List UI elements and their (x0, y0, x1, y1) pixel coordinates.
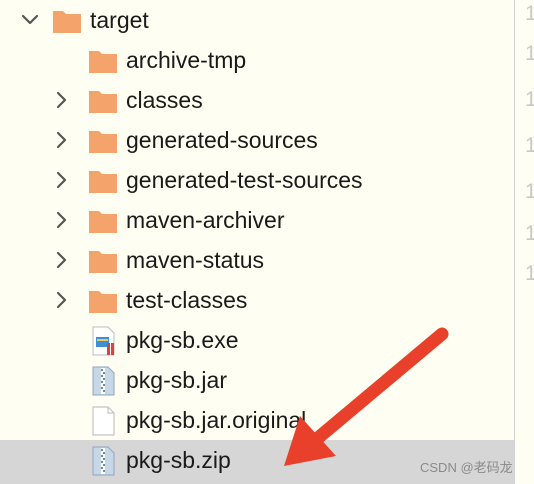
folder-icon (88, 88, 118, 114)
blank-file-icon (92, 406, 122, 436)
tree-item-label: target (90, 7, 149, 33)
project-file-tree: target archive-tmp classes generated-sou… (0, 0, 514, 484)
archive-file-icon (92, 366, 122, 396)
tree-row-target[interactable]: target (0, 0, 514, 40)
chevron-right-icon[interactable] (52, 290, 72, 310)
folder-icon (88, 48, 118, 74)
tree-row-maven-status[interactable]: maven-status (0, 240, 514, 280)
chevron-right-icon[interactable] (52, 170, 72, 190)
gutter-mark: 1 (525, 42, 534, 66)
tree-row-pkg-sb-jar[interactable]: pkg-sb.jar (0, 360, 514, 400)
gutter-mark: 1 (525, 222, 534, 246)
tree-item-label: generated-sources (126, 127, 318, 153)
tree-item-label: maven-status (126, 247, 265, 273)
editor-gutter: 1 1 1 1 1 1 1 (514, 0, 534, 484)
exe-file-icon (92, 326, 122, 356)
gutter-mark: 1 (525, 262, 534, 286)
chevron-right-icon[interactable] (52, 250, 72, 270)
chevron-down-icon[interactable] (20, 10, 40, 30)
tree-row-generated-test-sources[interactable]: generated-test-sources (0, 160, 514, 200)
tree-item-label: maven-archiver (126, 207, 285, 233)
tree-item-label: pkg-sb.zip (126, 447, 231, 473)
folder-icon (88, 208, 118, 234)
tree-item-label: pkg-sb.jar (126, 367, 227, 393)
folder-icon (88, 128, 118, 154)
chevron-right-icon[interactable] (52, 210, 72, 230)
watermark-text: CSDN @老码龙 (420, 460, 513, 475)
gutter-mark: 1 (525, 134, 534, 158)
folder-icon (88, 288, 118, 314)
folder-icon (52, 8, 82, 34)
tree-row-pkg-sb-exe[interactable]: pkg-sb.exe (0, 320, 514, 360)
chevron-right-icon[interactable] (52, 90, 72, 110)
tree-item-label: classes (126, 87, 203, 113)
tree-row-classes[interactable]: classes (0, 80, 514, 120)
tree-item-label: pkg-sb.exe (126, 327, 239, 353)
tree-item-label: test-classes (126, 287, 248, 313)
tree-row-pkg-sb-jar-original[interactable]: pkg-sb.jar.original (0, 400, 514, 440)
tree-item-label: archive-tmp (126, 47, 247, 73)
tree-item-label: pkg-sb.jar.original (126, 407, 307, 433)
chevron-right-icon[interactable] (52, 130, 72, 150)
gutter-mark: 1 (525, 180, 534, 204)
folder-icon (88, 248, 118, 274)
tree-row-generated-sources[interactable]: generated-sources (0, 120, 514, 160)
folder-icon (88, 168, 118, 194)
tree-row-test-classes[interactable]: test-classes (0, 280, 514, 320)
gutter-mark: 1 (525, 2, 534, 26)
archive-file-icon (92, 446, 122, 476)
tree-row-archive-tmp[interactable]: archive-tmp (0, 40, 514, 80)
tree-item-label: generated-test-sources (126, 167, 363, 193)
tree-row-maven-archiver[interactable]: maven-archiver (0, 200, 514, 240)
gutter-mark: 1 (525, 88, 534, 112)
